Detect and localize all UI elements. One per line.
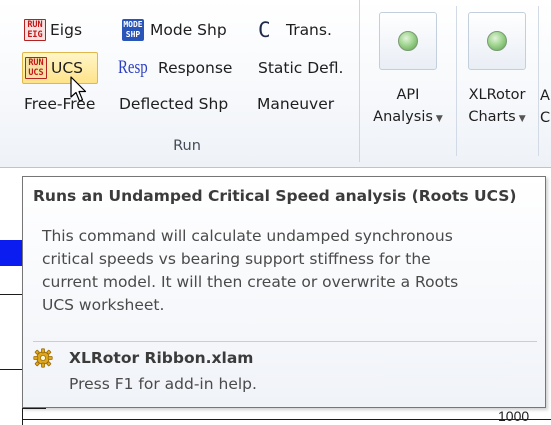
green-gem-icon — [398, 31, 418, 51]
maneuver-label: Maneuver — [257, 95, 335, 113]
xlrotor-charts-icon — [468, 12, 526, 70]
mouse-cursor-icon — [70, 76, 87, 102]
run-eig-icon: RUN EIG — [24, 19, 46, 41]
tooltip-title: Runs an Undamped Critical Speed analysis… — [33, 187, 517, 205]
xlrotor-charts-label-2: Charts — [468, 109, 516, 125]
api-analysis-button[interactable]: API Analysis ▼ — [364, 4, 452, 154]
deflected-shp-button[interactable]: Deflected Shp — [119, 88, 228, 120]
cell-value: 1000 — [498, 408, 530, 424]
trans-icon: C — [258, 18, 271, 42]
grid-line — [22, 408, 46, 409]
tooltip-body-line: current model. It will then create or ov… — [42, 273, 459, 291]
mode-shp-label: Mode Shp — [150, 21, 227, 39]
tooltip: Runs an Undamped Critical Speed analysis… — [22, 176, 546, 408]
xlrotor-charts-label-1: XLRotor — [468, 87, 526, 103]
static-defl-label: Static Defl. — [258, 59, 344, 77]
ribbon-separator — [456, 6, 457, 156]
eigs-label: Eigs — [50, 21, 83, 39]
trans-button[interactable]: C Trans. — [258, 14, 332, 46]
xlrotor-charts-button[interactable]: XLRotor Charts ▼ — [458, 4, 536, 154]
cut-off-label-2: C — [540, 110, 551, 126]
dropdown-arrow-icon: ▼ — [435, 114, 443, 124]
run-group: RUN EIG Eigs MODE SHP Mode Shp C Trans. … — [14, 0, 360, 162]
response-label: Response — [158, 59, 233, 77]
api-analysis-label-1: API — [396, 87, 420, 103]
run-ucs-icon: RUN UCS — [25, 57, 47, 79]
cut-off-button[interactable]: A C — [540, 4, 551, 154]
eigs-button[interactable]: RUN EIG Eigs — [24, 14, 82, 46]
dropdown-arrow-icon: ▼ — [518, 114, 526, 124]
deflected-shp-label: Deflected Shp — [119, 95, 229, 113]
highlighted-cell[interactable] — [0, 240, 22, 266]
trans-label: Trans. — [286, 21, 332, 39]
green-gem-icon — [487, 31, 507, 51]
api-analysis-icon — [379, 12, 437, 70]
addin-filename: XLRotor Ribbon.xlam — [69, 349, 254, 367]
response-button[interactable]: Resp Response — [118, 52, 232, 84]
maneuver-button[interactable]: Maneuver — [257, 88, 334, 120]
addin-gear-icon — [33, 348, 53, 368]
ribbon-separator — [538, 6, 539, 156]
tooltip-body-line: This command will calculate undamped syn… — [42, 227, 453, 245]
run-group-label: Run — [173, 138, 201, 154]
api-analysis-label-2: Analysis — [373, 109, 433, 125]
grid-line — [0, 294, 22, 295]
tooltip-body-line: UCS worksheet. — [42, 296, 165, 314]
static-defl-button[interactable]: Static Defl. — [258, 52, 343, 84]
resp-icon: Resp — [118, 57, 148, 78]
addin-help-text: Press F1 for add-in help. — [69, 375, 257, 393]
mode-shp-button[interactable]: MODE SHP Mode Shp — [122, 14, 227, 46]
grid-line — [22, 419, 551, 420]
mode-shp-icon: MODE SHP — [122, 19, 144, 41]
tooltip-divider — [33, 341, 537, 342]
tooltip-description: This command will calculate undamped syn… — [42, 225, 538, 317]
tooltip-body-line: critical speeds vs bearing support stiff… — [42, 250, 431, 268]
cut-off-label-1: A — [540, 88, 550, 104]
grid-line — [0, 369, 22, 370]
